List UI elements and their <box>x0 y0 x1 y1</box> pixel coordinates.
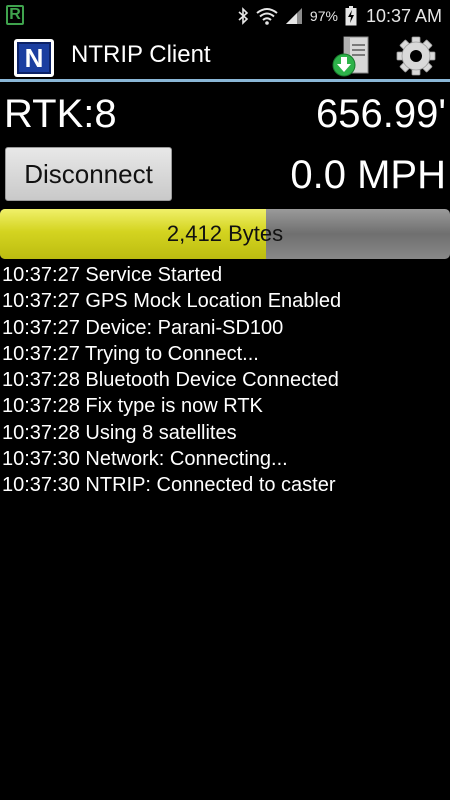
battery-charging-icon <box>345 6 357 26</box>
action-bar <box>0 33 450 79</box>
log-entry: 10:37:28 Bluetooth Device Connected <box>2 369 339 392</box>
status-bar: R 97% 10:37 AM <box>0 0 450 33</box>
app-title: NTRIP Client <box>71 41 211 68</box>
log-entry: 10:37:28 Fix type is now RTK <box>2 395 263 418</box>
log-entry: 10:37:27 Service Started <box>2 264 223 286</box>
rtk-status: RTK:8 <box>4 92 117 136</box>
download-server-button[interactable] <box>330 34 376 78</box>
log-entry: 10:37:27 Trying to Connect... <box>2 342 259 365</box>
gear-icon <box>396 36 436 76</box>
log-entry: 10:37:27 GPS Mock Location Enabled <box>2 290 342 313</box>
log-entry: 10:37:30 NTRIP: Connected to caster <box>2 474 336 497</box>
app-logo-letter: N <box>17 42 51 74</box>
app-logo-icon: N <box>14 39 54 77</box>
action-bar-divider <box>0 79 450 82</box>
speed-readout: 0.0 MPH <box>290 153 446 197</box>
log-entry: 10:37:28 Using 8 satellites <box>2 421 237 444</box>
battery-percent: 97% <box>309 8 338 24</box>
log-entry: 10:37:30 Network: Connecting... <box>2 448 288 471</box>
progress-label: 2,412 Bytes <box>166 221 284 246</box>
download-server-icon <box>332 36 369 77</box>
signal-icon <box>285 7 303 25</box>
notification-area: R <box>6 5 24 25</box>
log-list: 10:37:27 Service Started 10:37:27 GPS Moc… <box>2 262 448 499</box>
clock: 10:37 AM <box>365 5 442 26</box>
notification-r-icon: R <box>6 5 24 25</box>
settings-button[interactable] <box>393 34 439 78</box>
altitude-readout: 656.99' <box>316 92 446 136</box>
log-entry: 10:37:27 Device: Parani-SD100 <box>2 316 284 339</box>
wifi-icon <box>256 7 278 25</box>
bluetooth-icon <box>237 7 249 25</box>
status-icons: 97% 10:37 AM <box>237 4 442 28</box>
disconnect-button[interactable]: Disconnect <box>5 147 172 201</box>
bytes-progress-bar: 2,412 Bytes <box>0 209 450 259</box>
